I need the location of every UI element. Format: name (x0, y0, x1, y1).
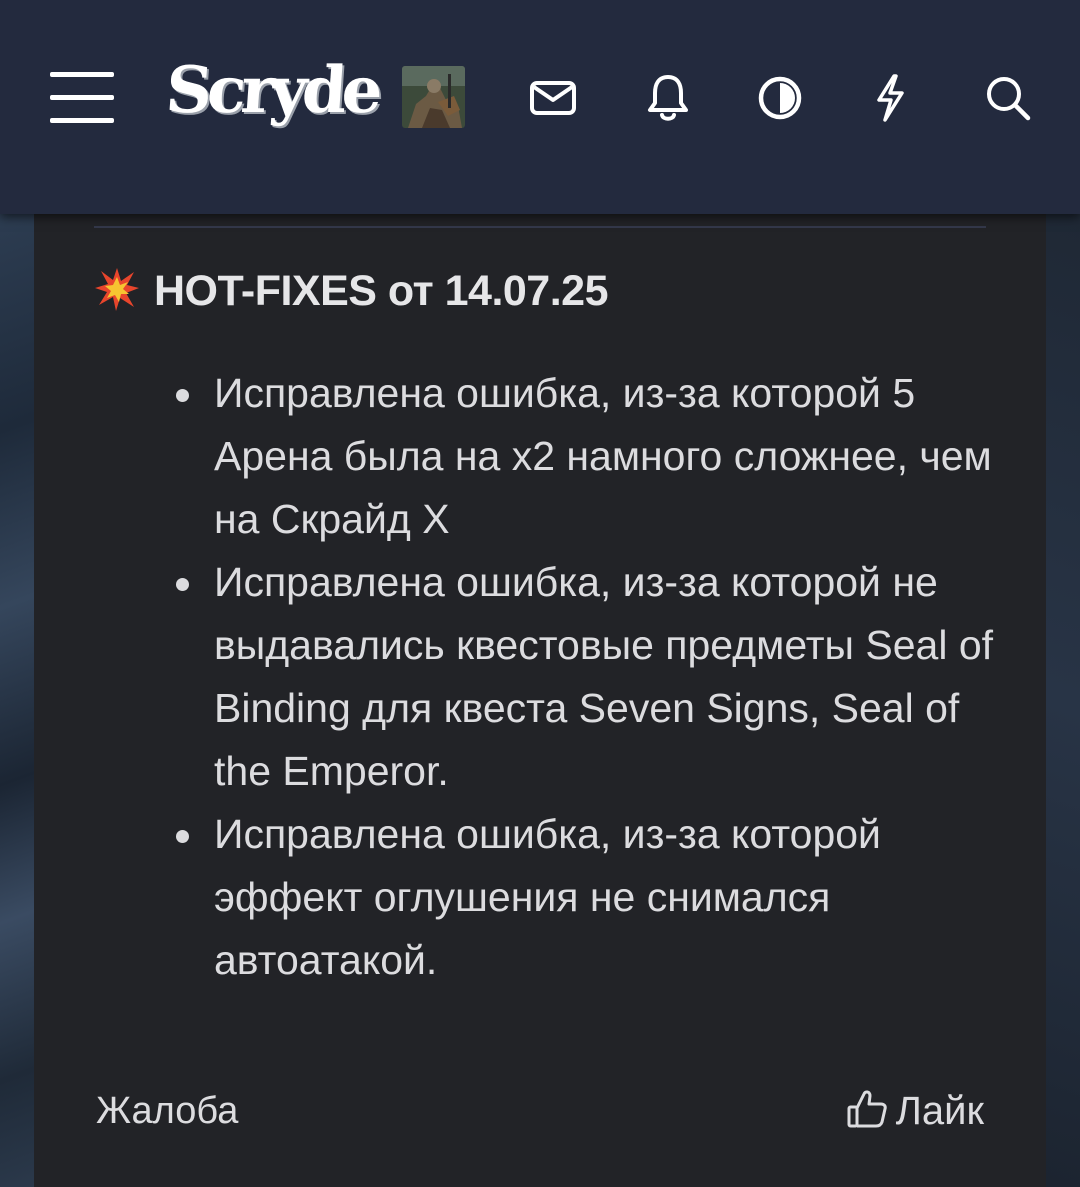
report-button[interactable]: Жалоба (96, 1090, 238, 1133)
list-item: Исправлена ошибка, из-за которой эффект … (176, 803, 1014, 992)
list-item-text: Исправлена ошибка, из-за которой эффект … (214, 811, 881, 983)
list-item: Исправлена ошибка, из-за которой 5 Арена… (176, 362, 1014, 551)
like-button[interactable]: Лайк (846, 1088, 984, 1135)
list-item-text: Исправлена ошибка, из-за которой не выда… (214, 559, 994, 794)
search-icon[interactable] (980, 70, 1036, 126)
site-logo[interactable]: Scryde (163, 46, 381, 136)
list-item-text: Исправлена ошибка, из-за которой 5 Арена… (214, 370, 992, 542)
avatar[interactable] (402, 66, 465, 128)
bullet-icon (176, 830, 189, 843)
post-title: HOT-FIXES от 14.07.25 (94, 266, 609, 317)
bullet-icon (176, 389, 189, 402)
post-content-panel: HOT-FIXES от 14.07.25 Исправлена ошибка,… (34, 214, 1046, 1187)
list-item: Исправлена ошибка, из-за которой не выда… (176, 551, 1014, 803)
section-divider (94, 226, 986, 228)
menu-icon[interactable] (50, 72, 114, 124)
bell-icon[interactable] (640, 70, 696, 126)
hotfix-list: Исправлена ошибка, из-за которой 5 Арена… (176, 362, 1014, 992)
top-navigation-bar: Scryde (0, 0, 1080, 214)
contrast-icon[interactable] (752, 70, 808, 126)
background-texture-right (1046, 214, 1080, 1187)
post-title-text: HOT-FIXES от 14.07.25 (154, 267, 609, 315)
lightning-icon[interactable] (862, 70, 918, 126)
thumbs-up-icon (846, 1088, 888, 1135)
collision-icon (94, 266, 140, 317)
background-texture-left (0, 214, 34, 1187)
like-label: Лайк (895, 1089, 984, 1133)
bullet-icon (176, 578, 189, 591)
mail-icon[interactable] (525, 70, 581, 126)
